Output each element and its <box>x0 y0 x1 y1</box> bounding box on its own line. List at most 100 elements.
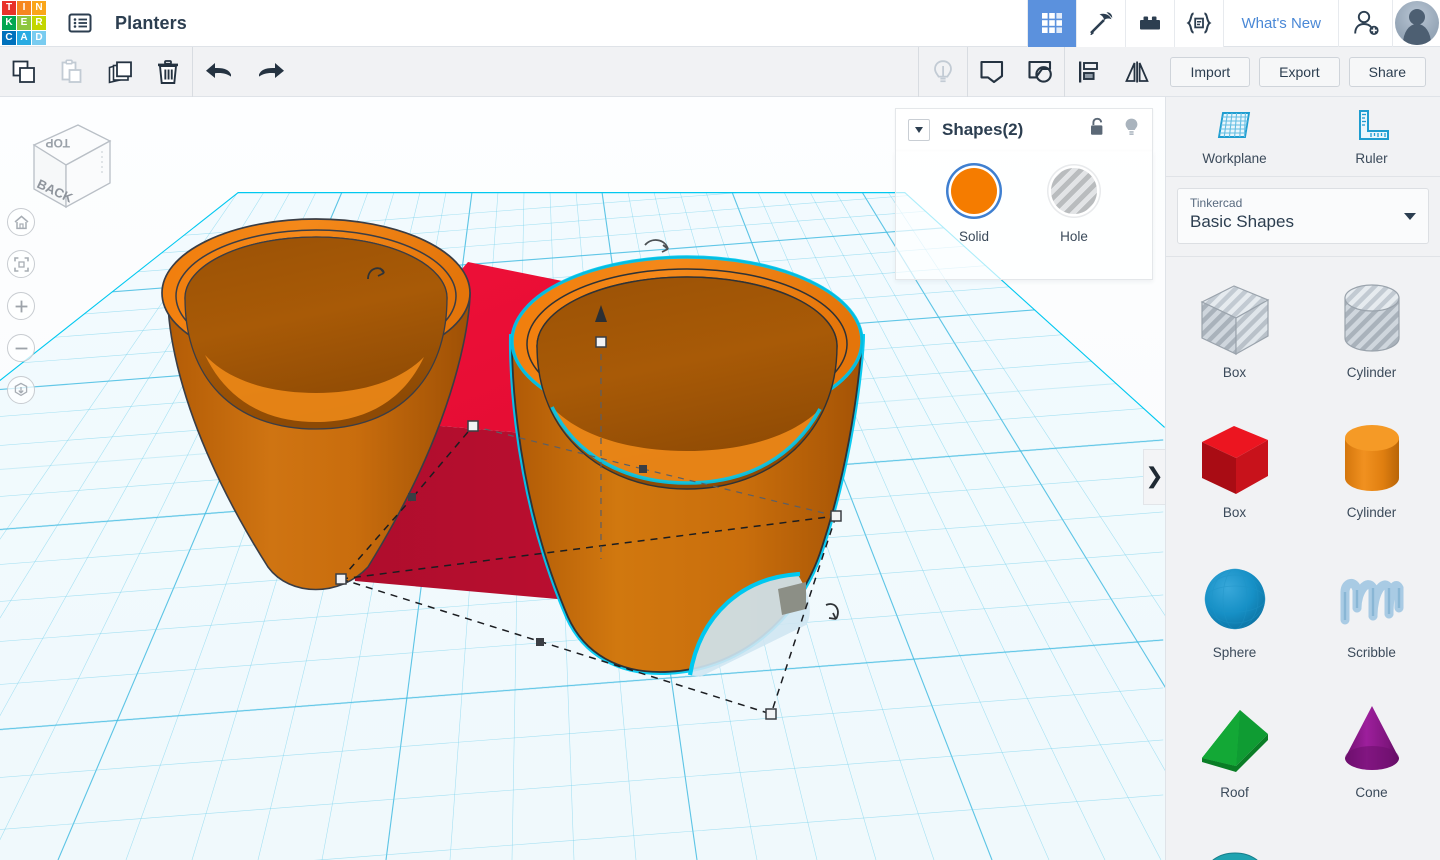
shape-thumbnail <box>1329 415 1415 507</box>
shapes-panel-body: Solid Hole <box>895 150 1153 280</box>
panel-collapse-toggle[interactable]: ❯ <box>1143 449 1165 505</box>
ungroup-icon <box>1028 60 1053 83</box>
shape-thumbnail <box>1329 835 1415 860</box>
shape-thumbnail <box>1192 415 1278 507</box>
light-button[interactable] <box>919 47 967 97</box>
clipboard-group <box>0 46 193 97</box>
shape-library-grid: Box Cylinder Box Cylinder Sphere Scribbl… <box>1166 257 1440 860</box>
group-button[interactable] <box>968 47 1016 97</box>
plus-icon <box>15 300 27 312</box>
zoom-out-button[interactable] <box>7 334 35 362</box>
redo-button[interactable] <box>245 47 297 97</box>
ungroup-button[interactable] <box>1016 47 1064 97</box>
shape-cone-solid[interactable]: Cone <box>1303 687 1440 827</box>
logo-tile: K <box>2 16 16 30</box>
scribble-icon <box>1340 579 1403 625</box>
ortho-perspective-icon <box>14 382 28 397</box>
planter-pot-right[interactable] <box>508 239 866 677</box>
shape-partial-red[interactable] <box>1303 827 1440 860</box>
tab-3d-design[interactable] <box>1027 0 1077 47</box>
tab-codeblocks[interactable] <box>1174 0 1224 47</box>
unlock-button[interactable] <box>1089 117 1107 142</box>
shapes-sidebar: Workplane Ruler Tinkercad Basic Shapes B… <box>1165 97 1440 860</box>
library-value: Basic Shapes <box>1190 212 1294 231</box>
tab-minecraft[interactable] <box>1076 0 1126 47</box>
hole-color-swatch <box>1051 168 1097 214</box>
lightbulb-icon <box>1125 118 1138 135</box>
shape-label: Cylinder <box>1346 365 1397 380</box>
shape-box-hole[interactable]: Box <box>1166 267 1303 407</box>
sidebar-item-workplane[interactable]: Workplane <box>1185 107 1285 166</box>
caret-down-icon <box>1404 213 1416 220</box>
undo-button[interactable] <box>193 47 245 97</box>
copy-button[interactable] <box>0 47 48 97</box>
logo-tile: T <box>2 1 16 15</box>
projection-toggle-button[interactable] <box>7 376 35 404</box>
shape-thumbnail <box>1329 695 1415 787</box>
solid-swatch-button[interactable]: Solid <box>935 168 1013 244</box>
import-button[interactable]: Import <box>1170 56 1251 87</box>
document-title[interactable]: Planters <box>115 13 187 34</box>
shape-scribble[interactable]: Scribble <box>1303 547 1440 687</box>
whats-new-button[interactable]: What's New <box>1223 0 1338 47</box>
undo-arrow-icon <box>206 62 231 78</box>
shape-thumbnail <box>1192 835 1278 860</box>
export-button[interactable]: Export <box>1259 56 1340 87</box>
group-tools <box>967 46 1064 97</box>
duplicate-button[interactable] <box>96 47 144 97</box>
hole-swatch-button[interactable]: Hole <box>1035 168 1113 244</box>
sidebar-tools: Workplane Ruler <box>1166 97 1440 177</box>
cone-solid-icon <box>1344 706 1399 770</box>
light-group <box>918 46 967 97</box>
delete-button[interactable] <box>144 47 192 97</box>
partial-red-shape-icon <box>1329 835 1415 860</box>
user-avatar-button[interactable] <box>1392 0 1440 47</box>
fit-view-button[interactable] <box>7 250 35 278</box>
home-view-button[interactable] <box>7 208 35 236</box>
logo-tile: D <box>32 31 46 45</box>
mirror-button[interactable] <box>1113 47 1161 97</box>
avatar <box>1394 1 1439 45</box>
grid-icon <box>1042 13 1063 33</box>
share-button[interactable]: Share <box>1348 56 1426 87</box>
shape-cylinder-hole[interactable]: Cylinder <box>1303 267 1440 407</box>
copy-icon <box>12 60 35 83</box>
minus-icon <box>15 347 27 349</box>
duplicate-icon <box>108 60 132 83</box>
view-cube[interactable]: TOP BACK <box>14 115 118 219</box>
shapes-panel-collapse-button[interactable] <box>908 118 930 141</box>
align-button[interactable] <box>1065 47 1113 97</box>
logo-tile: R <box>32 16 46 30</box>
solid-label: Solid <box>958 229 990 244</box>
sidebar-item-ruler[interactable]: Ruler <box>1322 107 1422 166</box>
shape-thumbnail <box>1192 695 1278 787</box>
shapes-panel-header: Shapes(2) <box>895 108 1153 150</box>
box-solid-icon <box>1201 426 1268 494</box>
list-icon <box>68 13 92 33</box>
group-icon <box>980 60 1004 83</box>
shape-box-solid[interactable]: Box <box>1166 407 1303 547</box>
shape-partial-teal[interactable] <box>1166 827 1303 860</box>
align-tools <box>1064 46 1161 97</box>
tinkercad-logo[interactable]: T I N K E R C A D <box>1 0 47 46</box>
view-cube-top-label: TOP <box>46 136 70 150</box>
shape-roof-solid[interactable]: Roof <box>1166 687 1303 827</box>
visibility-button[interactable] <box>1123 117 1140 143</box>
paste-button[interactable] <box>48 47 96 97</box>
logo-tile: I <box>17 1 31 15</box>
top-bar: T I N K E R C A D Planters What's New <box>0 0 1440 47</box>
library-kicker: Tinkercad <box>1190 196 1243 210</box>
fit-all-icon <box>13 256 29 272</box>
library-selector[interactable]: Tinkercad Basic Shapes <box>1177 188 1429 244</box>
zoom-in-button[interactable] <box>7 292 35 320</box>
pickaxe-icon <box>1090 12 1113 35</box>
shape-sphere-solid[interactable]: Sphere <box>1166 547 1303 687</box>
invite-user-button[interactable] <box>1338 0 1392 47</box>
tab-bricks[interactable] <box>1125 0 1175 47</box>
shapes-properties-panel: Shapes(2) Solid Hole <box>895 108 1153 280</box>
mirror-icon <box>1125 61 1150 82</box>
shape-cylinder-solid[interactable]: Cylinder <box>1303 407 1440 547</box>
workplane-grid-icon <box>1217 112 1250 138</box>
documents-list-button[interactable] <box>63 6 97 40</box>
shapes-panel-title: Shapes(2) <box>942 119 1024 139</box>
